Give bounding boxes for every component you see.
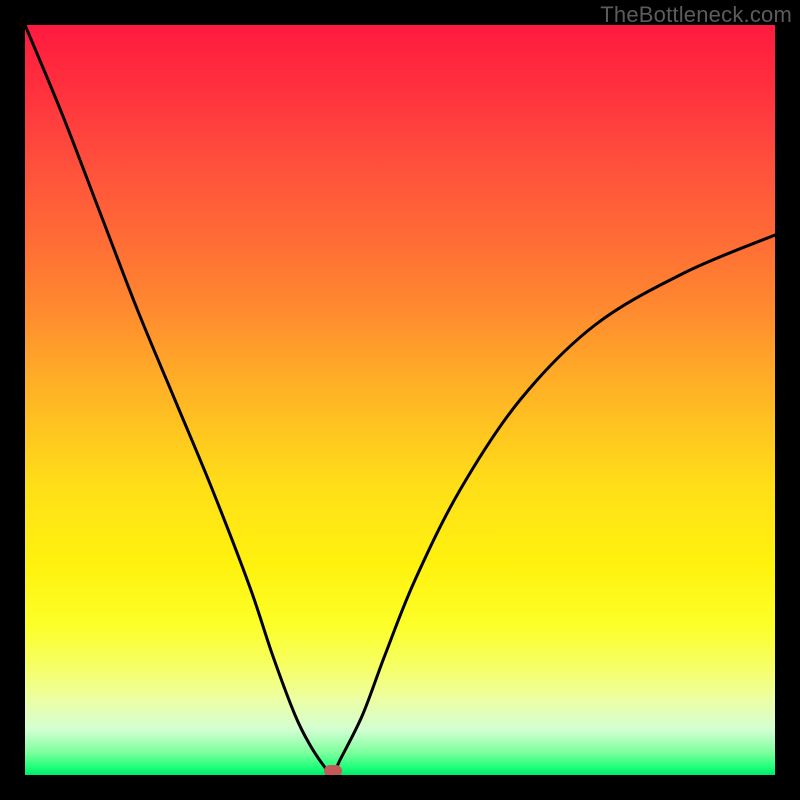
chart-frame: TheBottleneck.com bbox=[0, 0, 800, 800]
bottleneck-curve bbox=[25, 25, 775, 775]
watermark-text: TheBottleneck.com bbox=[600, 2, 792, 28]
plot-area bbox=[25, 25, 775, 775]
optimal-point-marker bbox=[324, 765, 342, 775]
